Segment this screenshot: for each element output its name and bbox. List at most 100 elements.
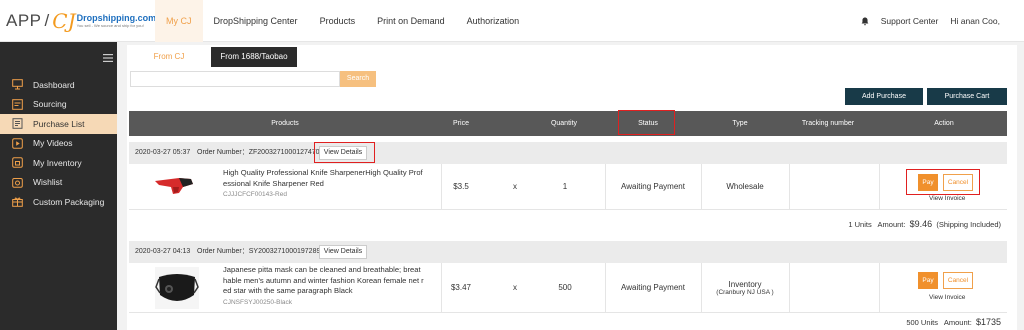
table-row: High Quality Professional Knife Sharpene…	[129, 164, 1007, 210]
bell-icon[interactable]	[861, 17, 869, 26]
menu-toggle-icon[interactable]	[103, 54, 113, 62]
product-thumbnail-face-mask[interactable]	[155, 267, 199, 309]
col-type: Type	[732, 120, 748, 127]
purchase-cart-button[interactable]: Purchase Cart	[927, 88, 1007, 105]
nav-print-on-demand[interactable]: Print on Demand	[366, 0, 456, 42]
summary-units: 1 Units	[848, 220, 872, 229]
nav-dropshipping-center[interactable]: DropShipping Center	[203, 0, 309, 42]
order-number-label: Order Number：	[197, 248, 249, 255]
summary-amount: $9.46	[909, 219, 933, 229]
product-name-line-2[interactable]: hable men's autumn and winter fashion Ko…	[223, 276, 433, 287]
main-nav: My CJ DropShipping Center Products Print…	[155, 0, 530, 42]
tracking-cell	[789, 263, 879, 312]
inventory-icon	[12, 157, 23, 169]
summary-units: 500 Units	[906, 318, 939, 327]
logo-slash: /	[44, 11, 50, 30]
logo-app-text: APP	[6, 11, 42, 30]
type-cell: Inventory (Cranbury NJ USA )	[701, 263, 789, 312]
logo-cj-mark: CJ	[52, 9, 76, 33]
type-value: Wholesale	[726, 182, 764, 191]
col-products: Products	[271, 120, 299, 127]
search-input[interactable]	[130, 71, 340, 87]
user-greeting[interactable]: Hi anan Coo,	[950, 16, 1000, 26]
search-button[interactable]: Search	[340, 71, 376, 87]
nav-authorization[interactable]: Authorization	[456, 0, 531, 42]
sidebar-item-my-inventory[interactable]: My Inventory	[0, 153, 117, 173]
sidebar-item-wishlist[interactable]: Wishlist	[0, 173, 117, 193]
product-info: High Quality Professional Knife Sharpene…	[223, 168, 433, 201]
product-name-line-1[interactable]: High Quality Professional Knife Sharpene…	[223, 168, 433, 179]
summary-amount: $1735	[975, 317, 1001, 327]
order-date: 2020-03-27 05:37	[135, 149, 191, 156]
sourcing-icon	[12, 98, 23, 110]
nav-my-cj[interactable]: My CJ	[155, 0, 203, 42]
main-panel: From CJ From 1688/Taobao Search Add Purc…	[127, 45, 1017, 330]
view-invoice-link[interactable]: View Invoice	[929, 294, 965, 301]
logo[interactable]: APP / CJ Dropshipping.com You sell - We …	[6, 9, 156, 33]
order-summary-text: 500 Units Amount: $1735	[906, 314, 1001, 330]
pay-button[interactable]: Pay	[918, 272, 938, 289]
nav-products[interactable]: Products	[309, 0, 367, 42]
logo-brand: Dropshipping.com You sell - We source an…	[77, 14, 157, 28]
price-cell: $3.5	[453, 182, 469, 191]
video-icon	[12, 137, 23, 149]
order-number-label: Order Number：	[197, 149, 249, 156]
type-cell: Wholesale	[701, 164, 789, 209]
view-details-button[interactable]: View Details	[319, 146, 367, 160]
purchase-list-icon	[12, 118, 23, 130]
gift-icon	[12, 196, 23, 208]
col-price: Price	[453, 120, 469, 127]
product-thumbnail-knife-sharpener[interactable]	[153, 175, 195, 197]
status-cell: Awaiting Payment	[621, 283, 685, 292]
quantity-cell: 500	[558, 283, 572, 292]
col-action: Action	[934, 120, 954, 127]
summary-note: (Shipping Included)	[936, 220, 1001, 229]
logo-brand-name: Dropshipping.com	[76, 13, 157, 23]
cancel-button[interactable]: Cancel	[943, 174, 973, 191]
add-purchase-button[interactable]: Add Purchase	[845, 88, 923, 105]
table-row: Japanese pitta mask can be cleaned and b…	[129, 263, 1007, 313]
product-name-line-2[interactable]: essional Knife Sharpener Red	[223, 179, 433, 190]
column-divider	[879, 164, 880, 209]
order-number-value: SY2003271000197289	[248, 248, 321, 255]
times-sign: x	[513, 182, 517, 191]
sidebar-item-purchase-list[interactable]: Purchase List	[0, 114, 117, 134]
tab-from-1688-taobao[interactable]: From 1688/Taobao	[211, 47, 297, 67]
sidebar-item-label: My Videos	[33, 138, 73, 149]
view-details-button[interactable]: View Details	[319, 245, 367, 259]
sidebar-item-label: Sourcing	[33, 99, 67, 110]
sidebar-item-custom-packaging[interactable]: Custom Packaging	[0, 192, 117, 212]
col-tracking-number: Tracking number	[801, 120, 855, 127]
pay-button[interactable]: Pay	[918, 174, 938, 191]
sidebar-item-sourcing[interactable]: Sourcing	[0, 95, 117, 115]
product-name-line-3[interactable]: ed star with the same paragraph Black	[223, 286, 433, 297]
order-date: 2020-03-27 04:13	[135, 248, 191, 255]
sidebar-item-my-videos[interactable]: My Videos	[0, 134, 117, 154]
sidebar-item-label: Purchase List	[33, 118, 85, 129]
header-right: Support Center Hi anan Coo,	[861, 0, 1000, 42]
source-tabs: From CJ From 1688/Taobao	[127, 47, 297, 67]
dashboard-icon	[12, 79, 23, 90]
wishlist-icon	[12, 177, 23, 188]
sidebar-item-dashboard[interactable]: Dashboard	[0, 75, 117, 95]
sidebar-item-label: My Inventory	[33, 157, 82, 168]
page-scrollbar[interactable]	[1017, 45, 1024, 330]
product-name-line-1[interactable]: Japanese pitta mask can be cleaned and b…	[223, 265, 433, 276]
sidebar-item-label: Dashboard	[33, 79, 75, 90]
status-cell: Awaiting Payment	[621, 182, 685, 191]
quantity-cell: 1	[562, 182, 568, 191]
sidebar-menu: Dashboard Sourcing Purchase List My Vide…	[0, 75, 117, 212]
support-center-link[interactable]: Support Center	[881, 16, 939, 26]
table-header: Products Price Quantity Status Type Trac…	[129, 111, 1007, 136]
summary-amount-label: Amount:	[877, 220, 906, 229]
sidebar-item-label: Wishlist	[33, 177, 63, 188]
type-value: Inventory	[728, 279, 762, 289]
tab-from-cj[interactable]: From CJ	[127, 47, 211, 67]
cancel-button[interactable]: Cancel	[943, 272, 973, 289]
col-status: Status	[638, 120, 658, 127]
view-invoice-link[interactable]: View Invoice	[929, 195, 965, 202]
order-summary: 500 Units Amount: $1735	[129, 314, 1007, 330]
product-sku: CJJJCFCF00143-Red	[223, 191, 287, 198]
times-sign: x	[513, 283, 517, 292]
sidebar: Dashboard Sourcing Purchase List My Vide…	[0, 42, 117, 330]
